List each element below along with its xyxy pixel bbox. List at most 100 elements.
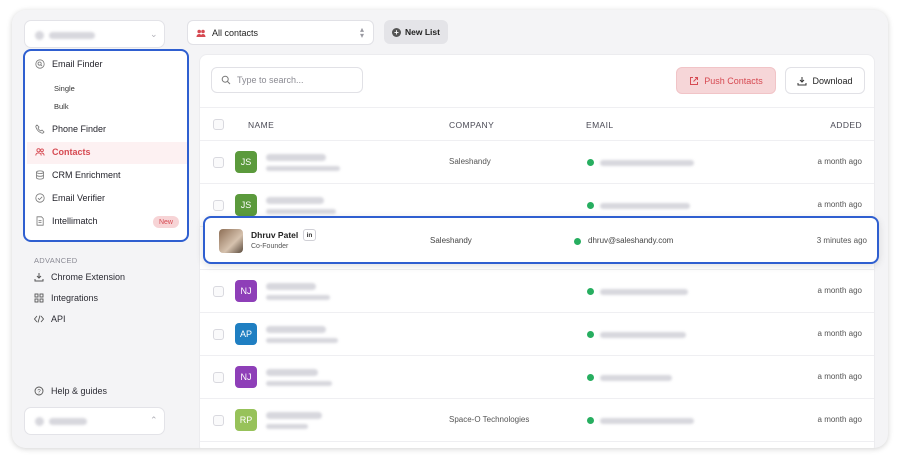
search-icon <box>221 75 231 85</box>
menu-item-email-finder[interactable]: Email Finder <box>35 59 103 69</box>
menu-item-email-verifier[interactable]: Email Verifier <box>35 193 105 203</box>
download-label: Download <box>812 75 853 86</box>
company-cell: Saleshandy <box>430 236 472 245</box>
added-cell: a month ago <box>817 372 862 381</box>
search-input[interactable]: Type to search... <box>211 67 363 93</box>
row-checkbox[interactable] <box>213 200 224 211</box>
user-menu[interactable]: ⌃ <box>24 407 165 435</box>
title-blurred <box>266 338 338 343</box>
select-all-checkbox[interactable] <box>213 119 224 130</box>
title-blurred <box>266 166 340 171</box>
added-cell: 3 minutes ago <box>816 236 867 245</box>
table-row[interactable]: NJ a month ago <box>200 356 874 399</box>
table-row[interactable]: JS Saleshandy a month ago <box>200 141 874 184</box>
company-cell: Space-O Technologies <box>449 415 530 424</box>
help-guides-link[interactable]: ? Help & guides <box>34 386 107 396</box>
check-circle-icon <box>35 193 45 203</box>
download-button[interactable]: Download <box>785 67 865 94</box>
verified-icon <box>587 374 594 381</box>
list-select[interactable]: All contacts ▴ ▾ <box>187 20 374 45</box>
document-icon <box>36 216 44 226</box>
menu-item-contacts[interactable]: Contacts <box>35 147 91 157</box>
column-header-name[interactable]: NAME <box>248 120 274 130</box>
table-row[interactable]: AP a month ago <box>200 313 874 356</box>
menu-item-label: CRM Enrichment <box>52 170 121 180</box>
linkedin-icon[interactable]: in <box>303 229 316 241</box>
sidebar-item-api[interactable]: API <box>34 314 66 324</box>
column-header-added[interactable]: ADDED <box>830 120 862 130</box>
push-contacts-button[interactable]: Push Contacts <box>676 67 776 94</box>
submenu-item-single[interactable]: Single <box>54 84 75 93</box>
row-checkbox[interactable] <box>213 286 224 297</box>
name-blurred <box>266 369 318 376</box>
title-blurred <box>266 381 332 386</box>
added-cell: a month ago <box>817 157 862 166</box>
name-blurred <box>266 283 316 290</box>
avatar: NJ <box>235 280 257 302</box>
verified-icon <box>587 417 594 424</box>
added-cell: a month ago <box>817 329 862 338</box>
email-cell[interactable]: dhruv@saleshandy.com <box>588 236 673 245</box>
highlighted-contact-row[interactable]: Dhruv Patel in Co-Founder Saleshandy dhr… <box>203 216 879 264</box>
email-blurred <box>600 289 688 295</box>
user-avatar <box>35 417 44 426</box>
sidebar-item-label: Integrations <box>51 293 99 303</box>
menu-item-label: Intellimatch <box>52 216 98 226</box>
name-blurred <box>266 154 326 161</box>
external-link-icon <box>690 76 699 85</box>
sidebar-item-label: Chrome Extension <box>51 272 126 282</box>
help-icon: ? <box>34 386 44 396</box>
email-blurred <box>600 332 686 338</box>
column-header-email[interactable]: EMAIL <box>586 120 614 130</box>
new-list-label: New List <box>405 27 440 37</box>
avatar: JS <box>235 194 257 216</box>
menu-item-phone-finder[interactable]: Phone Finder <box>35 124 106 134</box>
name-blurred <box>266 197 324 204</box>
name-blurred <box>266 326 326 333</box>
menu-item-crm-enrichment[interactable]: CRM Enrichment <box>35 170 121 180</box>
name-blurred <box>266 412 322 419</box>
chevron-down-icon: ⌄ <box>150 29 158 39</box>
table-row[interactable]: RP Space-O Technologies a month ago <box>200 399 874 442</box>
verified-icon <box>587 202 594 209</box>
submenu-item-bulk[interactable]: Bulk <box>54 102 69 111</box>
added-cell: a month ago <box>817 415 862 424</box>
download-icon <box>797 76 807 85</box>
app-window: ⌄ ADVANCED Chrome Extension Integrations… <box>12 10 888 448</box>
menu-item-label: Email Verifier <box>52 193 106 203</box>
chevron-up-icon: ⌃ <box>150 415 158 425</box>
new-list-button[interactable]: + New List <box>384 20 448 44</box>
sidebar-item-label: API <box>51 314 66 324</box>
row-checkbox[interactable] <box>213 157 224 168</box>
company-cell: Saleshandy <box>449 157 491 166</box>
verified-icon <box>574 238 581 245</box>
help-label: Help & guides <box>51 386 108 396</box>
download-icon <box>34 273 44 282</box>
new-badge: New <box>153 216 179 228</box>
email-blurred <box>600 375 672 381</box>
title-blurred <box>266 295 330 300</box>
contact-role: Co-Founder <box>251 243 289 250</box>
search-placeholder: Type to search... <box>237 75 304 85</box>
row-checkbox[interactable] <box>213 372 224 383</box>
sidebar-item-chrome-extension[interactable]: Chrome Extension <box>34 272 125 282</box>
menu-item-label: Email Finder <box>52 59 103 69</box>
row-checkbox[interactable] <box>213 415 224 426</box>
verified-icon <box>587 159 594 166</box>
code-icon <box>34 315 44 323</box>
menu-item-intellimatch[interactable]: Intellimatch <box>35 216 98 226</box>
workspace-switcher[interactable]: ⌄ <box>24 20 165 48</box>
workspace-avatar <box>35 31 44 40</box>
grid-icon <box>34 293 44 303</box>
select-arrows-icon: ▴ ▾ <box>359 25 364 40</box>
verified-icon <box>587 331 594 338</box>
sidebar-item-integrations[interactable]: Integrations <box>34 293 98 303</box>
verified-icon <box>587 288 594 295</box>
row-checkbox[interactable] <box>213 329 224 340</box>
column-header-company[interactable]: COMPANY <box>449 120 494 130</box>
title-blurred <box>266 209 336 214</box>
menu-item-label: Contacts <box>52 147 91 157</box>
table-row[interactable]: NJ a month ago <box>200 270 874 313</box>
contact-photo <box>219 229 243 253</box>
contact-name[interactable]: Dhruv Patel <box>251 230 298 240</box>
